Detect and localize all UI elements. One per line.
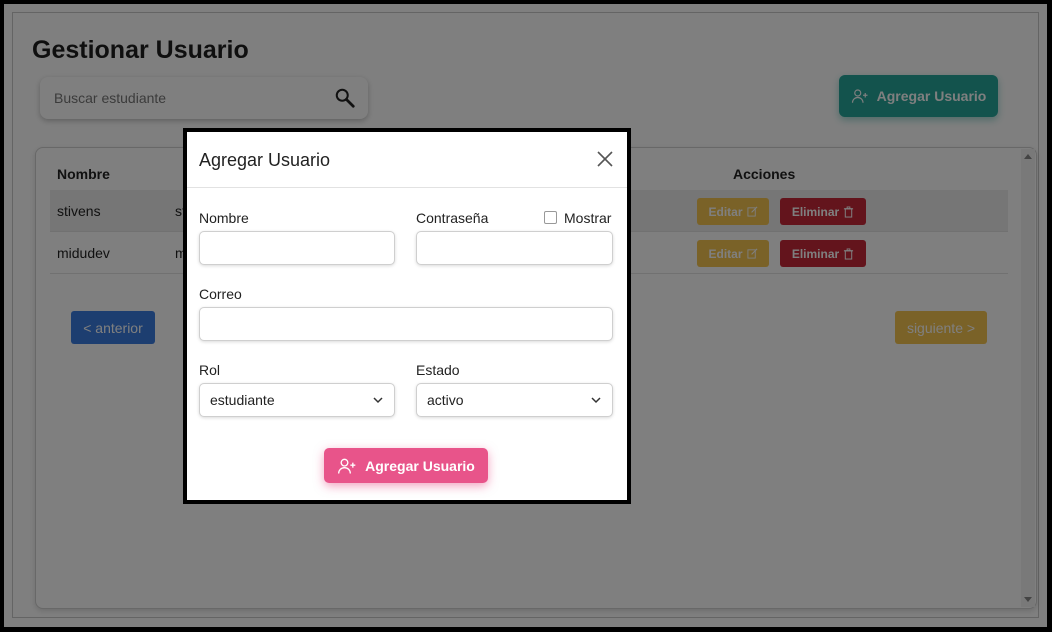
app-frame: Gestionar Usuario Agregar Usuario Nombre…	[4, 4, 1047, 627]
add-user-icon	[338, 458, 356, 474]
password-label: Contraseña	[416, 210, 489, 226]
submit-add-user-button[interactable]: Agregar Usuario	[324, 448, 488, 483]
email-field[interactable]	[199, 307, 613, 341]
status-select-value: activo	[427, 392, 464, 408]
add-user-modal: Agregar Usuario Nombre Contraseña Mostra…	[183, 128, 631, 504]
close-icon	[597, 151, 613, 167]
chevron-down-icon	[373, 397, 383, 404]
email-label: Correo	[199, 286, 242, 302]
password-field[interactable]	[416, 231, 613, 265]
submit-button-label: Agregar Usuario	[365, 457, 475, 474]
close-button[interactable]	[593, 147, 617, 171]
role-select[interactable]: estudiante	[199, 383, 395, 417]
modal-title: Agregar Usuario	[199, 150, 331, 170]
chevron-down-icon	[591, 397, 601, 404]
show-password-checkbox[interactable]	[544, 211, 557, 224]
show-password-label[interactable]: Mostrar	[564, 210, 611, 226]
role-label: Rol	[199, 362, 221, 378]
name-label: Nombre	[199, 210, 249, 226]
status-label: Estado	[416, 362, 460, 378]
name-field[interactable]	[199, 231, 395, 265]
modal-header: Agregar Usuario	[187, 132, 627, 188]
role-select-value: estudiante	[210, 392, 275, 408]
status-select[interactable]: activo	[416, 383, 613, 417]
